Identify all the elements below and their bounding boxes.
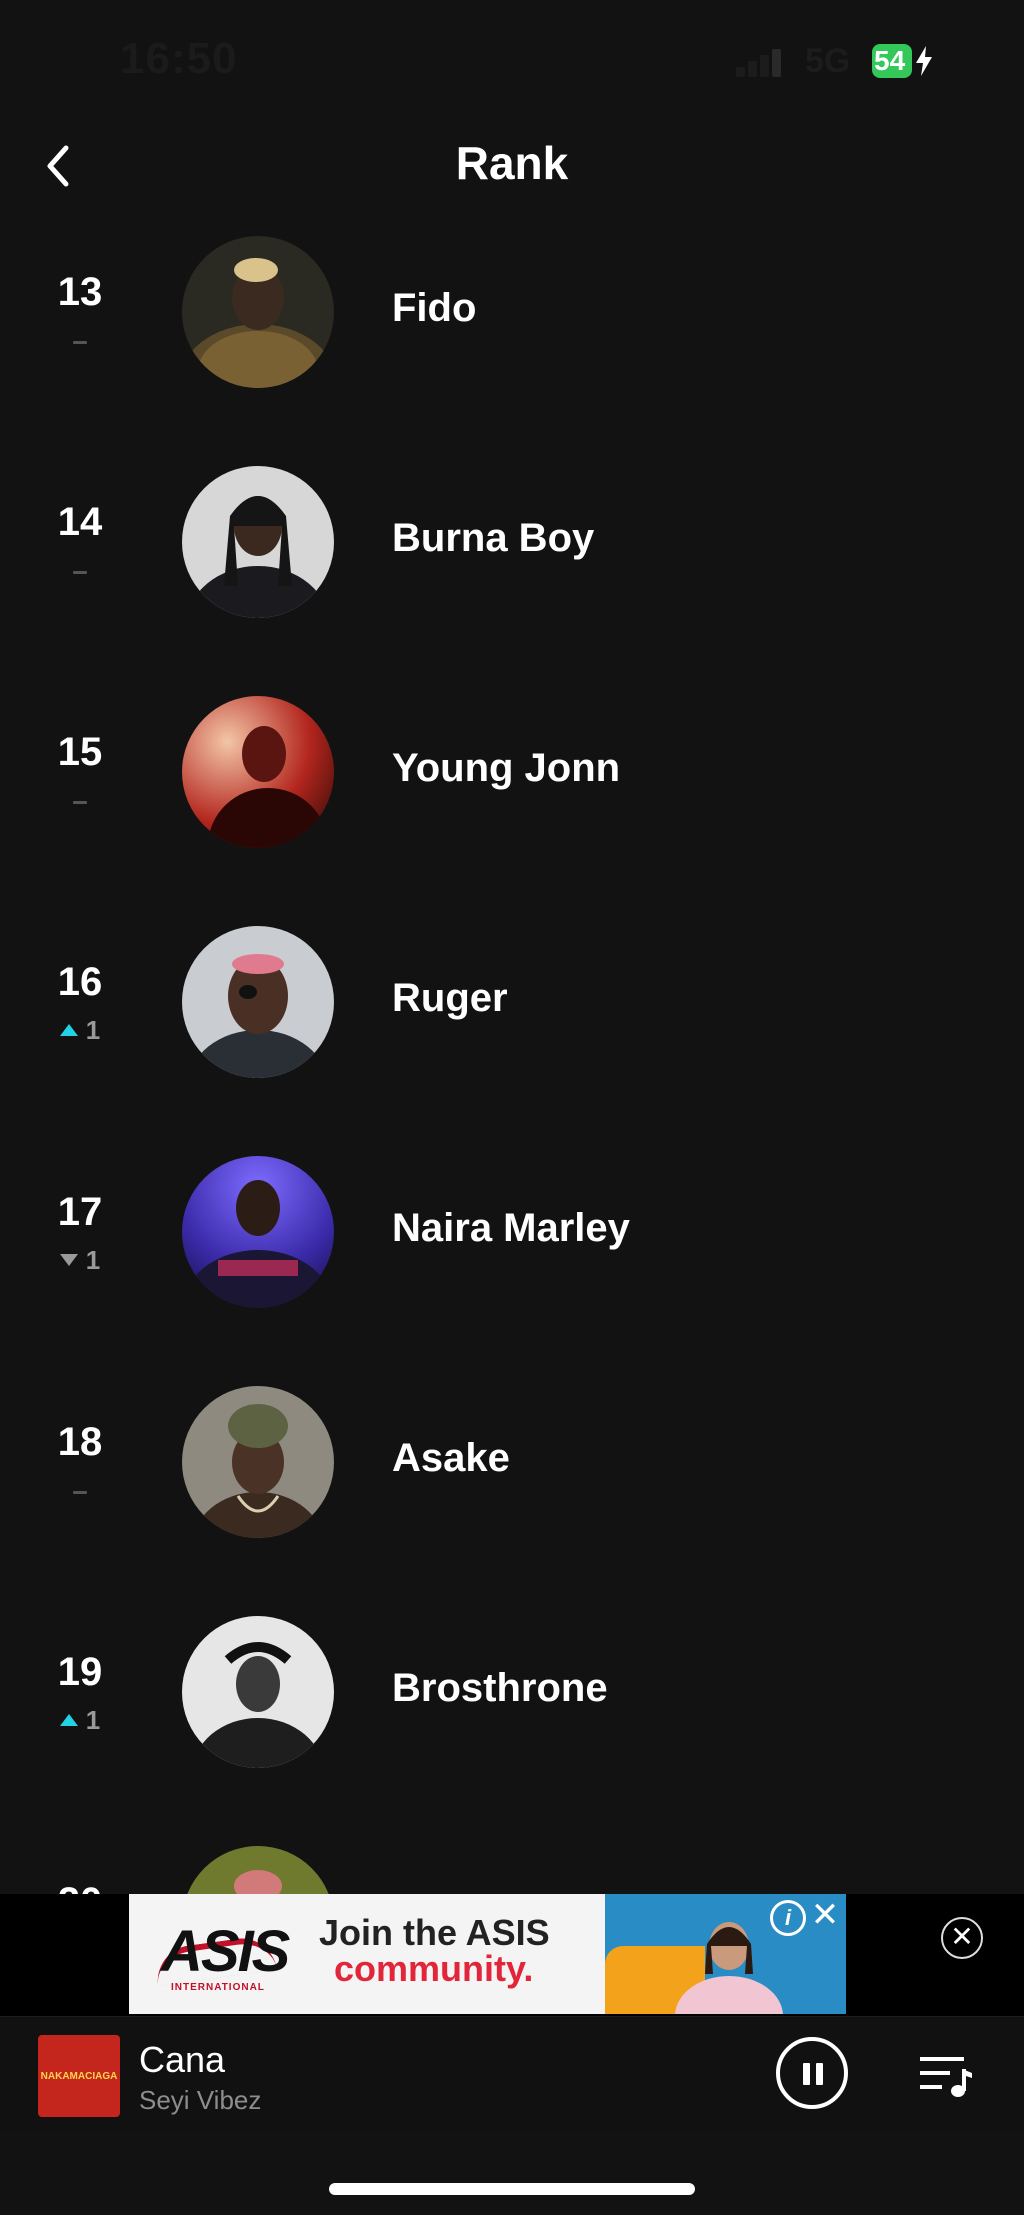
rank-change-value: 1: [85, 1014, 101, 1045]
rank-row[interactable]: 16 1 Ruger: [0, 920, 1024, 1150]
artist-name: Ruger: [392, 976, 508, 1020]
rank-down-icon: [59, 1254, 78, 1266]
rank-change-value: 1: [85, 1244, 101, 1275]
network-type: 5G: [805, 42, 851, 80]
rank-number: 14: [57, 500, 103, 544]
charging-bolt-icon: [916, 46, 932, 76]
rank-change-value: 1: [85, 1704, 101, 1735]
artist-name: Burna Boy: [392, 516, 595, 560]
rank-number: 20: [30, 1880, 130, 1894]
rank-row[interactable]: 13 Fido: [0, 230, 1024, 460]
no-change-icon: [73, 570, 87, 574]
rank-change: [30, 320, 130, 360]
close-ad-button[interactable]: ✕: [941, 1917, 983, 1959]
rank-change: 1: [30, 1700, 130, 1740]
avatar[interactable]: [182, 1616, 334, 1768]
avatar[interactable]: [182, 696, 334, 848]
rank-up-icon: [59, 1024, 78, 1036]
rank-number: 15: [57, 730, 103, 774]
rank-up-icon: [59, 1714, 78, 1726]
status-time: 16:50: [120, 34, 238, 83]
song-artist: Seyi Vibez: [139, 2085, 262, 2115]
artist-name: Young Jonn: [392, 746, 621, 790]
avatar[interactable]: [182, 236, 334, 388]
rank-row[interactable]: 20: [0, 1840, 1024, 1894]
no-change-icon: [73, 1490, 87, 1494]
ad-banner[interactable]: ASIS INTERNATIONAL Join the ASIS communi…: [129, 1894, 846, 2014]
song-title: Cana: [139, 2039, 226, 2080]
ad-info-icon[interactable]: i: [770, 1900, 806, 1936]
rank-change: [30, 780, 130, 820]
rank-list[interactable]: 13 Fido 14 Burna Boy 15 Young Jonn 16 1 …: [0, 230, 1024, 1894]
rank-row[interactable]: 19 1 Brosthrone: [0, 1610, 1024, 1840]
artist-name: Asake: [392, 1436, 510, 1480]
battery-level: 54: [872, 44, 912, 78]
rank-change: 1: [30, 1240, 130, 1280]
rank-number: 19: [57, 1650, 103, 1694]
pause-icon: [803, 2063, 810, 2085]
rank-row[interactable]: 14 Burna Boy: [0, 460, 1024, 690]
signal-icon: [736, 47, 781, 77]
page-title: Rank: [455, 137, 569, 189]
album-cover[interactable]: NAKAMACIAGA: [38, 2035, 120, 2117]
rank-number: 18: [57, 1420, 103, 1464]
no-change-icon: [73, 340, 87, 344]
rank-row[interactable]: 15 Young Jonn: [0, 690, 1024, 920]
rank-number: 16: [57, 960, 103, 1004]
rank-number: 13: [57, 270, 103, 314]
avatar[interactable]: [182, 466, 334, 618]
album-cover-text: NAKAMACIAGA: [40, 2071, 118, 2082]
rank-row[interactable]: 18 Asake: [0, 1380, 1024, 1610]
rank-row[interactable]: 17 1 Naira Marley: [0, 1150, 1024, 1380]
avatar[interactable]: [182, 926, 334, 1078]
rank-change: [30, 550, 130, 590]
home-indicator: [329, 2183, 695, 2195]
rank-number: 17: [57, 1190, 103, 1234]
status-bar: 16:50 5G 54: [0, 0, 1024, 120]
avatar[interactable]: [182, 1156, 334, 1308]
no-change-icon: [73, 800, 87, 804]
ad-logo: ASIS: [161, 1919, 290, 1984]
artist-name: Naira Marley: [392, 1206, 630, 1250]
mini-player[interactable]: NAKAMACIAGA Cana Seyi Vibez: [0, 2016, 1024, 2133]
avatar[interactable]: [182, 1386, 334, 1538]
rank-change: 1: [30, 1010, 130, 1050]
rank-change: [30, 1470, 130, 1510]
pause-button[interactable]: [776, 2037, 848, 2109]
ad-subheadline: community.: [334, 1948, 534, 1989]
ad-strip: ASIS INTERNATIONAL Join the ASIS communi…: [0, 1894, 1024, 2016]
queue-icon[interactable]: [918, 2051, 974, 2099]
avatar[interactable]: [182, 1846, 334, 1894]
ad-choices-close-icon[interactable]: ✕: [810, 1898, 840, 1932]
artist-name: Fido: [392, 286, 477, 330]
artist-name: Brosthrone: [392, 1666, 608, 1710]
ad-logo-sub: INTERNATIONAL: [171, 1982, 265, 1993]
